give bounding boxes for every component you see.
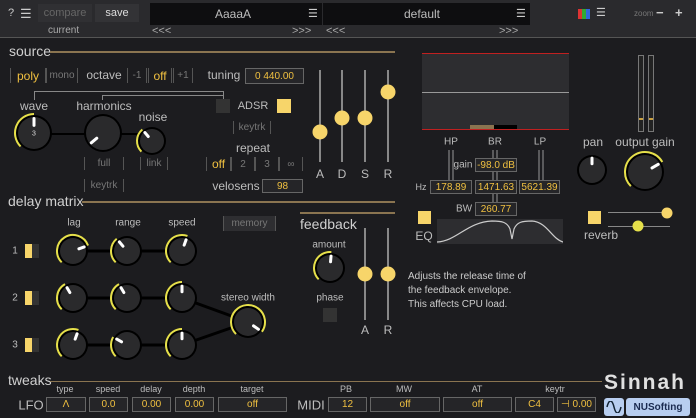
lfo-delay-field[interactable]: 0.00: [132, 397, 171, 412]
reverb-slider-2-thumb[interactable]: [632, 220, 644, 232]
bw-label: BW: [455, 203, 473, 215]
speed-3-knob[interactable]: [163, 326, 201, 364]
wave-value: 3: [32, 130, 36, 138]
reverb-label: reverb: [583, 228, 619, 242]
pan-knob[interactable]: [573, 151, 611, 189]
lfo-depth-field[interactable]: 0.00: [175, 397, 214, 412]
gain-label: gain: [453, 159, 473, 171]
brand-logo: NUSofting: [604, 398, 690, 416]
midi-at-field[interactable]: off: [443, 397, 512, 412]
br-gain-field[interactable]: -98.0 dB: [475, 158, 517, 172]
stereo-width-knob[interactable]: [228, 302, 268, 342]
hz-label: Hz: [415, 182, 427, 192]
speed-2-knob[interactable]: [163, 279, 201, 317]
midi-keytr-value-field[interactable]: ⊣ 0.00: [557, 397, 596, 412]
lfo-depth-header: depth: [182, 384, 206, 394]
pan-label: pan: [582, 135, 604, 149]
midi-keytr-note-field[interactable]: C4: [515, 397, 554, 412]
company-name: NUSofting: [626, 398, 690, 416]
lag-1-knob[interactable]: [54, 232, 92, 270]
meter-left: [638, 55, 644, 132]
divider: [50, 381, 602, 382]
lfo-label: LFO: [18, 397, 44, 413]
midi-pb-field[interactable]: 12: [328, 397, 367, 412]
lag-3-knob[interactable]: [54, 326, 92, 364]
lag-2-knob[interactable]: [54, 279, 92, 317]
noise-knob[interactable]: [134, 123, 170, 159]
meter-right: [648, 55, 654, 132]
reverb-toggle[interactable]: [588, 211, 601, 224]
output-gain-knob[interactable]: [622, 149, 668, 195]
lfo-target-header: target: [240, 384, 264, 394]
sine-wave-icon: [604, 398, 624, 416]
hp-label: HP: [444, 136, 458, 148]
range-3-knob[interactable]: [108, 326, 146, 364]
midi-pb-header: PB: [339, 384, 353, 394]
lp-hz-field[interactable]: 5621.39: [519, 180, 560, 194]
bw-field[interactable]: 260.77: [475, 202, 517, 216]
reverb-slider-1-thumb[interactable]: [661, 207, 673, 219]
midi-mw-field[interactable]: off: [370, 397, 440, 412]
harmonics-knob[interactable]: [80, 110, 126, 156]
brand-name: Sinnah: [604, 371, 687, 394]
lfo-type-field[interactable]: Λ: [46, 397, 86, 412]
feedback-amount-knob[interactable]: [311, 249, 349, 287]
midi-label: MIDI: [297, 397, 325, 413]
br-hz-field[interactable]: 1471.63: [475, 180, 517, 194]
lfo-speed-field[interactable]: 0.0: [89, 397, 128, 412]
output-gain-label: output gain: [615, 135, 675, 149]
tweaks-title: tweaks: [8, 372, 52, 388]
lfo-target-field[interactable]: off: [218, 397, 287, 412]
range-1-knob[interactable]: [108, 232, 146, 270]
midi-mw-header: MW: [396, 384, 412, 394]
midi-keytr-header: keytr: [545, 384, 565, 394]
eq-label: EQ: [415, 229, 433, 243]
speed-1-knob[interactable]: [163, 232, 201, 270]
lfo-delay-header: delay: [140, 384, 162, 394]
hp-hz-field[interactable]: 178.89: [430, 180, 472, 194]
br-label: BR: [488, 136, 502, 148]
lfo-type-header: type: [56, 384, 74, 394]
midi-at-header: AT: [471, 384, 483, 394]
range-2-knob[interactable]: [108, 279, 146, 317]
lfo-speed-header: speed: [95, 384, 121, 394]
eq-curve: [437, 219, 563, 244]
eq-toggle[interactable]: [418, 211, 431, 224]
eq-connectors: [448, 150, 544, 202]
lp-label: LP: [533, 136, 547, 148]
